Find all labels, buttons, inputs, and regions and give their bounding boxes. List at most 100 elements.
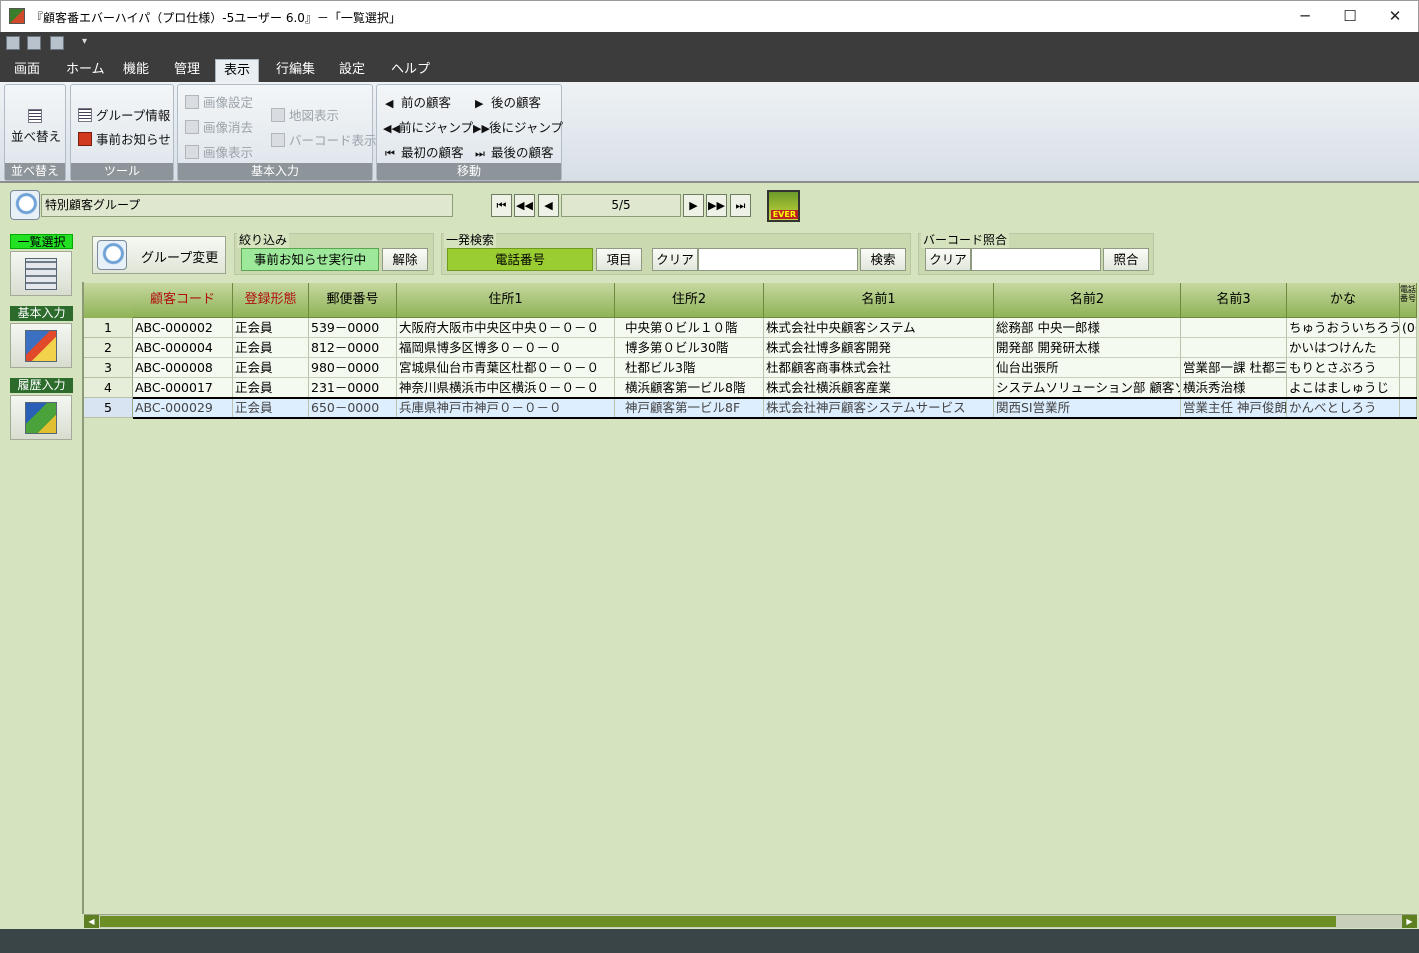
cell-customer-code[interactable]: ABC-000002 xyxy=(133,318,233,338)
cell-name1[interactable]: 株式会社神戸顧客システムサービス xyxy=(764,398,994,418)
tab-manage[interactable]: 管理 xyxy=(166,59,208,82)
tab-row-edit[interactable]: 行編集 xyxy=(268,59,323,82)
cell-postal-code[interactable]: 231－0000 xyxy=(309,378,397,398)
nav-prev-page-button[interactable]: ◀◀ xyxy=(514,194,535,217)
table-row[interactable]: 3 ABC-000008 正会員 980－0000 宮城県仙台市青葉区杜都０－０… xyxy=(84,358,1417,378)
cell-registration-type[interactable]: 正会員 xyxy=(233,358,309,378)
cell-kana[interactable]: かんべとしろう xyxy=(1287,398,1400,418)
column-header-phone[interactable]: 電話番号 xyxy=(1400,283,1417,318)
last-customer-button[interactable]: ⏭ 最後の顧客 xyxy=(475,142,554,161)
cell-postal-code[interactable]: 539－0000 xyxy=(309,318,397,338)
cell-address2[interactable]: 杜都ビル3階 xyxy=(615,358,764,378)
next-customer-button[interactable]: ▶ 後の顧客 xyxy=(475,92,541,111)
scroll-right-icon[interactable]: ▶ xyxy=(1402,915,1417,928)
save-icon[interactable] xyxy=(6,36,20,50)
search-item-button[interactable]: 項目 xyxy=(596,248,642,271)
jump-next-button[interactable]: ▶▶後にジャンプ xyxy=(473,117,563,136)
prev-customer-button[interactable]: ◀ 前の顧客 xyxy=(385,92,451,111)
barcode-clear-button[interactable]: クリア xyxy=(925,248,971,271)
cell-name1[interactable]: 杜都顧客商事株式会社 xyxy=(764,358,994,378)
table-row-selected[interactable]: 5 ABC-000029 正会員 650－0000 兵庫県神戸市神戸０－０－０ … xyxy=(84,397,1417,419)
nav-last-button[interactable]: ⏭ xyxy=(730,194,751,217)
cell-phone[interactable]: (06 xyxy=(1400,318,1417,338)
cell-registration-type[interactable]: 正会員 xyxy=(233,318,309,338)
cell-address1[interactable]: 兵庫県神戸市神戸０－０－０ xyxy=(397,398,615,418)
scroll-left-icon[interactable]: ◀ xyxy=(84,915,99,928)
first-customer-button[interactable]: ⏮ 最初の顧客 xyxy=(385,142,464,161)
cell-name2[interactable]: 総務部 中央一郎様 xyxy=(994,318,1181,338)
image-delete-button[interactable]: 画像消去 xyxy=(185,117,253,136)
scroll-thumb[interactable] xyxy=(100,916,1336,927)
print-icon[interactable] xyxy=(27,36,41,50)
column-header-address2[interactable]: 住所2 xyxy=(615,283,764,318)
image-show-button[interactable]: 画像表示 xyxy=(185,142,253,161)
cell-address1[interactable]: 大阪府大阪市中央区中央０－０－０ xyxy=(397,318,615,338)
horizontal-scrollbar[interactable]: ◀ ▶ xyxy=(84,914,1417,928)
close-button[interactable]: ✕ xyxy=(1372,1,1418,32)
tab-view[interactable]: 表示 xyxy=(215,59,260,82)
tab-help[interactable]: ヘルプ xyxy=(383,59,438,82)
cell-name3[interactable]: 営業主任 神戸俊朗様 xyxy=(1181,398,1287,418)
cell-customer-code[interactable]: ABC-000008 xyxy=(133,358,233,378)
cell-customer-code[interactable]: ABC-000004 xyxy=(133,338,233,358)
cell-kana[interactable]: ちゅうおういちろう xyxy=(1287,318,1400,338)
cell-name2[interactable]: システムソリューション部 顧客ソリューション課 xyxy=(994,378,1181,398)
basic-input-button[interactable] xyxy=(10,323,72,368)
customize-quick-access-icon[interactable]: ▾ xyxy=(82,36,87,47)
list-select-button[interactable] xyxy=(10,251,72,296)
cell-postal-code[interactable]: 812－0000 xyxy=(309,338,397,358)
cell-name1[interactable]: 株式会社中央顧客システム xyxy=(764,318,994,338)
image-settings-button[interactable]: 画像設定 xyxy=(185,92,253,111)
barcode-input[interactable] xyxy=(971,248,1101,271)
group-change-button[interactable]: グループ変更 xyxy=(92,236,226,274)
cell-name3[interactable] xyxy=(1181,338,1287,358)
cell-name2[interactable]: 仙台出張所 xyxy=(994,358,1181,378)
ever-logo-icon[interactable]: EVER xyxy=(767,190,800,222)
nav-next-button[interactable]: ▶ xyxy=(683,194,704,217)
column-header-kana[interactable]: かな xyxy=(1287,283,1400,318)
tab-settings[interactable]: 設定 xyxy=(331,59,373,82)
column-header-registration-type[interactable]: 登録形態 xyxy=(233,283,309,318)
minimize-button[interactable]: ─ xyxy=(1282,1,1328,32)
cell-customer-code[interactable]: ABC-000029 xyxy=(133,398,233,418)
table-row[interactable]: 2 ABC-000004 正会員 812－0000 福岡県博多区博多０－０－０ … xyxy=(84,338,1417,358)
cell-phone[interactable] xyxy=(1400,358,1417,378)
narrow-status-button[interactable]: 事前お知らせ実行中 xyxy=(241,248,379,271)
cell-phone[interactable] xyxy=(1400,398,1417,418)
cell-name1[interactable]: 株式会社博多顧客開発 xyxy=(764,338,994,358)
table-row[interactable]: 4 ABC-000017 正会員 231－0000 神奈川県横浜市中区横浜０－０… xyxy=(84,378,1417,398)
nav-prev-button[interactable]: ◀ xyxy=(538,194,559,217)
cell-postal-code[interactable]: 650－0000 xyxy=(309,398,397,418)
column-header-name2[interactable]: 名前2 xyxy=(994,283,1181,318)
cell-registration-type[interactable]: 正会員 xyxy=(233,338,309,358)
nav-next-page-button[interactable]: ▶▶ xyxy=(706,194,727,217)
column-header-name3[interactable]: 名前3 xyxy=(1181,283,1287,318)
search-field-select[interactable]: 電話番号 xyxy=(447,248,593,271)
nav-first-button[interactable]: ⏮ xyxy=(491,194,512,217)
maximize-button[interactable]: ☐ xyxy=(1327,1,1373,32)
column-header-customer-code[interactable]: 顧客コード xyxy=(133,283,233,318)
tab-home[interactable]: ホーム xyxy=(58,59,113,82)
narrow-clear-button[interactable]: 解除 xyxy=(382,248,428,271)
cell-registration-type[interactable]: 正会員 xyxy=(233,378,309,398)
cell-customer-code[interactable]: ABC-000017 xyxy=(133,378,233,398)
tab-screen[interactable]: 画面 xyxy=(6,59,48,82)
barcode-show-button[interactable]: バーコード表示 xyxy=(271,130,377,149)
cell-name3[interactable]: 営業部一課 杜都三郎様 xyxy=(1181,358,1287,378)
cell-address1[interactable]: 神奈川県横浜市中区横浜０－０－０ xyxy=(397,378,615,398)
cell-address2[interactable]: 神戸顧客第一ビル8F xyxy=(615,398,764,418)
cell-registration-type[interactable]: 正会員 xyxy=(233,398,309,418)
cell-kana[interactable]: かいはつけんた xyxy=(1287,338,1400,358)
cell-kana[interactable]: よこはましゅうじ xyxy=(1287,378,1400,398)
search-button[interactable]: 検索 xyxy=(860,248,906,271)
cell-address2[interactable]: 横浜顧客第一ビル8階 xyxy=(615,378,764,398)
table-row[interactable]: 1 ABC-000002 正会員 539－0000 大阪府大阪市中央区中央０－０… xyxy=(84,318,1417,338)
sort-button[interactable]: 並べ替え xyxy=(11,126,61,145)
cell-phone[interactable] xyxy=(1400,378,1417,398)
column-header-postal-code[interactable]: 郵便番号 xyxy=(309,283,397,318)
cell-phone[interactable] xyxy=(1400,338,1417,358)
jump-prev-button[interactable]: ◀◀前にジャンプ xyxy=(383,117,473,136)
tab-function[interactable]: 機能 xyxy=(115,59,157,82)
advance-notice-button[interactable]: 事前お知らせ xyxy=(78,129,171,148)
group-info-button[interactable]: グループ情報 xyxy=(78,105,170,124)
